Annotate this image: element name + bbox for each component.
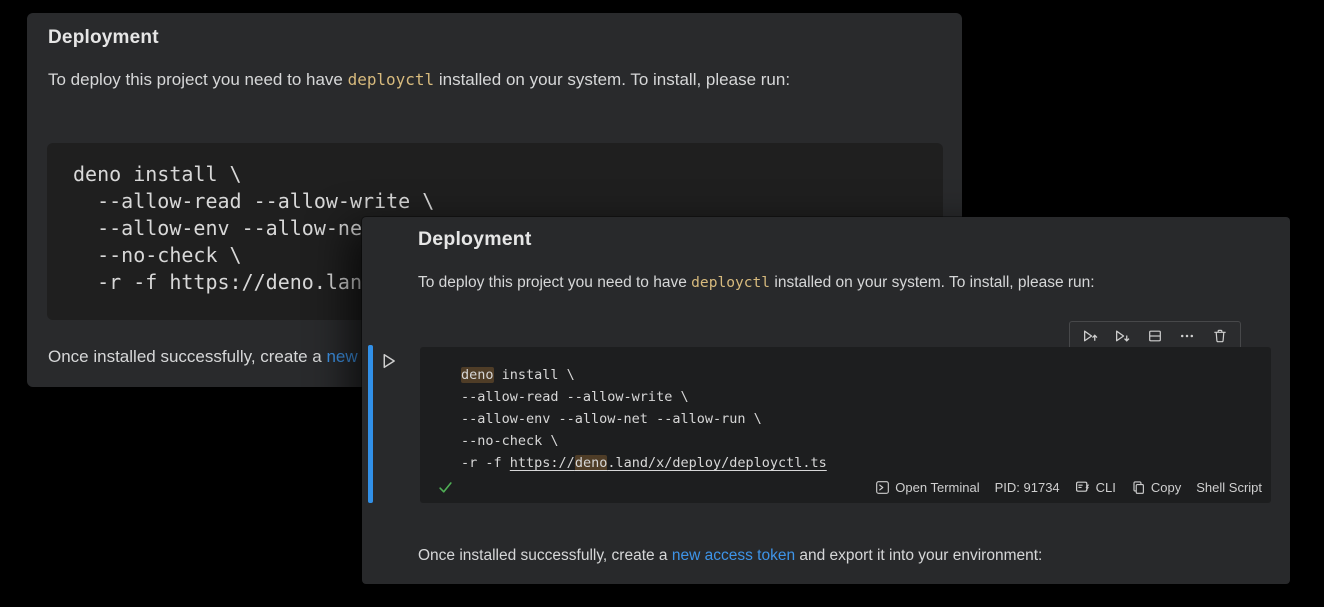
run-cell-icon [380,352,398,370]
trash-icon [1212,328,1228,344]
code-line: deno install \ [461,364,1271,386]
delete-cell-button[interactable] [1207,324,1233,348]
highlighted-word: deno [575,455,608,471]
cell-language-selector[interactable]: Shell Script [1196,480,1262,495]
inline-code-deployctl: deployctl [691,274,770,291]
cli-button[interactable]: CLI [1075,479,1116,495]
back-intro-text-after: installed on your system. To install, pl… [434,70,790,89]
code-line: --allow-read --allow-write \ [73,188,943,215]
cell-status-actions: Open Terminal PID: 91734 CLI [875,479,1262,495]
code-line: deno install \ [73,161,943,188]
run-cell-button[interactable] [377,349,401,373]
code-url-link[interactable]: https://deno.land/x/deploy/deployctl.ts [510,455,827,471]
code-line: --allow-read --allow-write \ [461,386,1271,408]
open-terminal-button[interactable]: Open Terminal [875,480,979,495]
split-cell-button[interactable] [1142,324,1168,348]
inline-code-deployctl: deployctl [348,70,435,89]
more-actions-button[interactable] [1174,324,1200,348]
run-cell-and-above-button[interactable] [1077,324,1103,348]
back-page-title: Deployment [48,27,159,49]
run-cell-and-below-icon [1114,328,1131,345]
front-intro-text-after: installed on your system. To install, pl… [770,274,1095,291]
back-footer-text-before: Once installed successfully, create a [48,347,326,366]
highlighted-word: deno [461,367,494,383]
front-page-title: Deployment [418,228,532,251]
code-line: -r -f https://deno.land/x/deploy/deployc… [461,452,1271,474]
notebook-front-window: Deployment To deploy this project you ne… [362,217,1290,584]
terminal-icon [875,480,890,495]
ellipsis-icon [1179,328,1195,344]
cli-icon [1075,479,1091,495]
run-cell-and-above-icon [1082,328,1099,345]
cell-focus-bar [368,345,373,503]
back-intro-paragraph: To deploy this project you need to have … [48,63,920,96]
copy-button[interactable]: Copy [1131,480,1181,495]
front-footer-paragraph: Once installed successfully, create a ne… [418,547,1042,565]
run-cell-and-below-button[interactable] [1110,324,1136,348]
check-icon [438,480,453,495]
split-cell-icon [1147,328,1163,344]
front-footer-text-before: Once installed successfully, create a [418,547,672,564]
pid-label: PID: 91734 [995,480,1060,495]
cell-status-bar: Open Terminal PID: 91734 CLI [438,475,1262,499]
copy-icon [1131,480,1146,495]
code-cell: deno install \ --allow-read --allow-writ… [420,347,1271,503]
code-line: --no-check \ [461,430,1271,452]
front-intro-text-before: To deploy this project you need to have [418,274,691,291]
front-intro-paragraph: To deploy this project you need to have … [418,274,1095,292]
cell-code-editor[interactable]: deno install \ --allow-read --allow-writ… [420,347,1271,474]
success-check [438,480,453,495]
access-token-link[interactable]: new access token [672,547,795,564]
front-footer-text-after: and export it into your environment: [795,547,1042,564]
code-line: --allow-env --allow-net --allow-run \ [461,408,1271,430]
back-intro-text-before: To deploy this project you need to have [48,70,348,89]
